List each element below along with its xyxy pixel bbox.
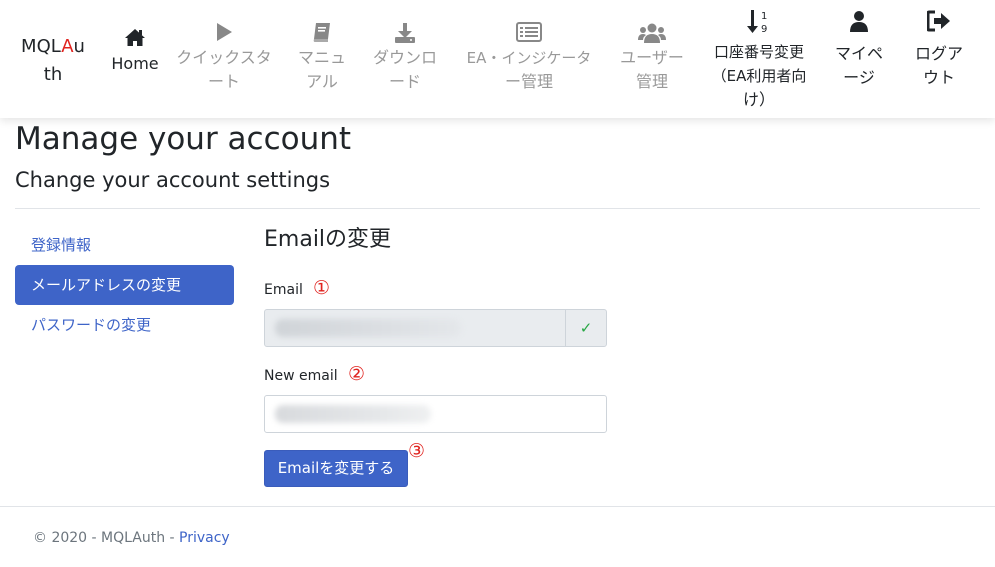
email-value-redacted	[275, 319, 461, 337]
book-icon	[291, 22, 353, 44]
sidenav-item-password[interactable]: パスワードの変更	[15, 305, 234, 345]
sidenav-item-email[interactable]: メールアドレスの変更	[15, 265, 234, 305]
privacy-link[interactable]: Privacy	[179, 530, 230, 546]
brand-text-red: A	[61, 36, 74, 57]
nav-home[interactable]: Home	[108, 28, 162, 76]
nav-account-number-change-line3: け）	[742, 90, 775, 109]
new-email-marker: ②	[348, 363, 366, 385]
nav-ea-management-line2: ー管理	[504, 72, 553, 91]
submit-marker: ③	[408, 440, 426, 462]
nav-account-number-change-line2: （EA利用者向	[711, 67, 807, 85]
nav-account-number-change[interactable]: 19 口座番号変更 （EA利用者向 け）	[704, 8, 814, 112]
new-email-field[interactable]	[264, 395, 607, 433]
check-icon: ✓	[565, 310, 606, 346]
page-title: Manage your account	[15, 121, 352, 157]
header-divider	[15, 208, 980, 209]
svg-text:9: 9	[761, 24, 767, 35]
page-subtitle: Change your account settings	[15, 168, 331, 192]
nav-account-number-change-line1: 口座番号変更	[713, 43, 804, 61]
sort-numeric-icon: 19	[704, 8, 814, 38]
brand-logo[interactable]: MQLAu th	[14, 33, 92, 89]
users-icon	[614, 22, 690, 44]
nav-logout[interactable]: ログア ウト	[910, 10, 968, 90]
nav-quickstart[interactable]: クイックスタ ート	[173, 22, 275, 94]
nav-quickstart-line2: ート	[207, 72, 240, 91]
nav-home-label: Home	[111, 54, 159, 73]
nav-download[interactable]: ダウンロ ード	[368, 22, 442, 94]
nav-ea-management-line1: EA・インジケータ	[466, 49, 592, 67]
brand-text-line2: th	[43, 64, 63, 85]
nav-users-management-line2: 管理	[635, 72, 668, 91]
home-icon	[108, 28, 162, 50]
list-icon	[458, 22, 600, 44]
footer: © 2020 - MQLAuth - Privacy	[33, 528, 230, 548]
change-email-button[interactable]: Emailを変更する	[264, 450, 408, 487]
nav-quickstart-line1: クイックスタ	[176, 48, 272, 67]
nav-users-management-line1: ユーザー	[620, 48, 684, 67]
download-icon	[368, 22, 442, 44]
new-email-value-redacted	[275, 405, 431, 423]
footer-divider	[0, 506, 995, 507]
nav-logout-line1: ログア	[914, 44, 963, 63]
footer-copyright: © 2020 - MQLAuth -	[33, 530, 180, 546]
nav-users-management[interactable]: ユーザー 管理	[614, 22, 690, 94]
email-label: Email	[264, 282, 303, 298]
sidenav-item-profile[interactable]: 登録情報	[15, 225, 234, 265]
user-icon	[830, 10, 888, 40]
sign-out-icon	[910, 10, 968, 40]
email-marker: ①	[313, 277, 331, 299]
nav-mypage[interactable]: マイペ ージ	[830, 10, 888, 90]
nav-download-line2: ード	[388, 72, 421, 91]
brand-text-post: u	[73, 36, 85, 57]
nav-mypage-line2: ージ	[843, 68, 875, 87]
email-field[interactable]: ✓	[264, 309, 607, 347]
play-icon	[173, 22, 275, 44]
nav-manual-line2: アル	[306, 72, 338, 91]
form-title: Emailの変更	[264, 227, 392, 252]
nav-manual[interactable]: マニュ アル	[291, 22, 353, 94]
nav-download-line1: ダウンロ	[372, 48, 437, 67]
navbar: MQLAu th Home クイックスタ ート マニュ アル ダウンロ ード E…	[0, 0, 995, 118]
brand-text-pre: MQL	[21, 36, 62, 57]
nav-logout-line2: ウト	[922, 68, 955, 87]
nav-ea-management[interactable]: EA・インジケータ ー管理	[458, 22, 600, 94]
nav-mypage-line1: マイペ	[834, 44, 883, 63]
new-email-label: New email	[264, 368, 338, 384]
nav-manual-line1: マニュ	[297, 48, 346, 67]
svg-text:1: 1	[761, 11, 767, 22]
